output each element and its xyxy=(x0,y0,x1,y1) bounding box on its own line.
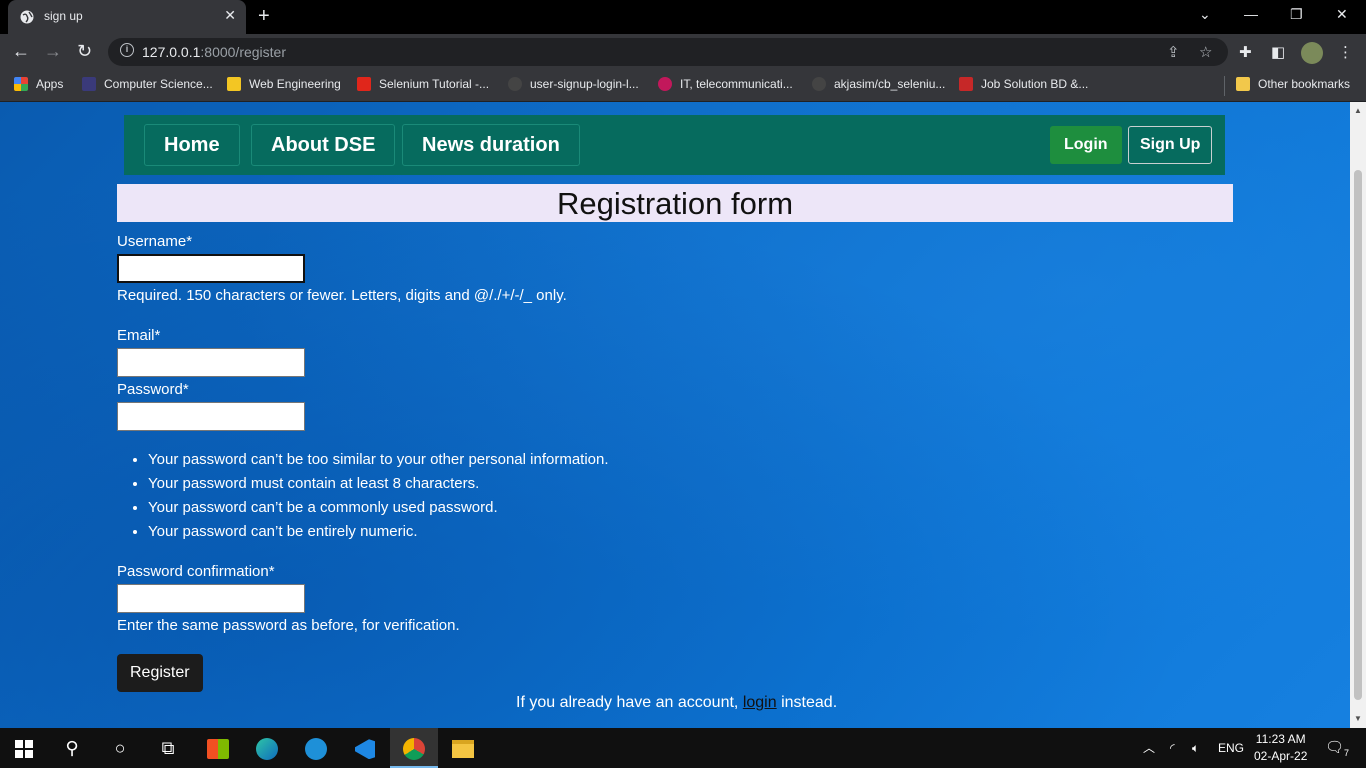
windows-start-icon[interactable] xyxy=(0,728,48,768)
restore-button[interactable]: ❐ xyxy=(1290,6,1303,23)
language-indicator[interactable]: ENG xyxy=(1218,728,1244,768)
login-link[interactable]: login xyxy=(743,694,777,711)
bookmark-selenium-tutorial[interactable]: Selenium Tutorial -... xyxy=(357,77,489,91)
email-label: Email* xyxy=(117,327,161,344)
page-scrollbar[interactable]: ▲ ▼ xyxy=(1350,102,1366,728)
scroll-down-icon[interactable]: ▼ xyxy=(1354,714,1362,723)
task-view-icon[interactable]: ⧉ xyxy=(144,728,192,768)
bookmark-akjasim[interactable]: akjasim/cb_seleniu... xyxy=(812,77,945,91)
globe-icon xyxy=(20,10,34,24)
new-tab-button[interactable]: + xyxy=(258,5,270,28)
clock[interactable]: 11:23 AM 02-Apr-22 xyxy=(1254,731,1307,765)
username-label: Username* xyxy=(117,233,193,250)
app-icon[interactable] xyxy=(292,728,340,768)
password-confirmation-help: Enter the same password as before, for v… xyxy=(117,617,460,634)
list-item: Your password can’t be a commonly used p… xyxy=(148,496,609,520)
bookmark-apps[interactable]: Apps xyxy=(14,77,63,91)
profile-avatar[interactable] xyxy=(1301,42,1323,64)
url-text: 127.0.0.1:8000/register xyxy=(142,44,286,60)
password-confirmation-input[interactable] xyxy=(117,584,305,613)
volume-icon[interactable]: 🔈︎ xyxy=(1192,728,1199,768)
close-tab-icon[interactable]: ✕ xyxy=(224,7,236,24)
register-button[interactable]: Register xyxy=(117,654,203,692)
folder-icon xyxy=(1236,77,1250,91)
nav-about-dse[interactable]: About DSE xyxy=(251,124,396,166)
site-icon xyxy=(227,77,241,91)
date-text: 02-Apr-22 xyxy=(1254,749,1308,763)
share-icon[interactable]: ⇪ xyxy=(1167,43,1180,61)
tab-title: sign up xyxy=(44,9,83,23)
network-icon[interactable]: ◜ xyxy=(1170,728,1175,768)
back-icon[interactable]: ← xyxy=(12,41,30,62)
site-icon xyxy=(357,77,371,91)
list-item: Your password can’t be too similar to yo… xyxy=(148,448,609,472)
search-icon[interactable]: ⚲ xyxy=(48,728,96,768)
bookmarks-bar: Apps Computer Science... Web Engineering… xyxy=(0,70,1366,102)
bookmark-web-engineering[interactable]: Web Engineering xyxy=(227,77,341,91)
site-icon xyxy=(959,77,973,91)
edge-icon[interactable] xyxy=(243,728,291,768)
time-text: 11:23 AM xyxy=(1255,732,1306,746)
apps-grid-icon xyxy=(14,77,28,91)
password-rules-list: Your password can’t be too similar to yo… xyxy=(117,448,609,544)
file-explorer-icon[interactable] xyxy=(439,728,487,768)
signup-button[interactable]: Sign Up xyxy=(1128,126,1213,164)
page-title: Registration form xyxy=(117,184,1233,222)
bookmark-star-icon[interactable]: ☆ xyxy=(1199,43,1212,61)
username-help: Required. 150 characters or fewer. Lette… xyxy=(117,287,567,304)
tab-search-icon[interactable]: ⌄ xyxy=(1199,6,1211,23)
site-info-icon[interactable]: i xyxy=(120,43,134,57)
list-item: Your password must contain at least 8 ch… xyxy=(148,472,609,496)
menu-icon[interactable]: ⋮ xyxy=(1338,43,1353,61)
password-label: Password* xyxy=(117,381,189,398)
reload-icon[interactable]: ↻ xyxy=(77,41,92,62)
bookmark-job-solution[interactable]: Job Solution BD &... xyxy=(959,77,1088,91)
tab-sign-up[interactable]: sign up ✕ xyxy=(8,0,246,34)
store-icon[interactable] xyxy=(194,728,242,768)
site-icon xyxy=(658,77,672,91)
tab-strip: sign up ✕ + ⌄ — ❐ ✕ xyxy=(0,0,1366,34)
github-icon xyxy=(812,77,826,91)
login-button[interactable]: Login xyxy=(1050,126,1122,164)
close-window-button[interactable]: ✕ xyxy=(1336,6,1348,23)
password-input[interactable] xyxy=(117,402,305,431)
email-input[interactable] xyxy=(117,348,305,377)
login-prompt: If you already have an account, login in… xyxy=(516,694,838,711)
notification-count: 7 xyxy=(1344,748,1350,758)
bookmark-separator xyxy=(1224,76,1225,96)
notification-icon[interactable]: 🗨︎7 xyxy=(1325,728,1349,768)
site-navbar: Home About DSE News duration Login Sign … xyxy=(124,115,1225,175)
chrome-icon[interactable] xyxy=(390,728,438,768)
scrollbar-thumb[interactable] xyxy=(1354,170,1362,700)
minimize-button[interactable]: — xyxy=(1244,6,1258,22)
page-viewport: Home About DSE News duration Login Sign … xyxy=(0,102,1350,728)
nav-news-duration[interactable]: News duration xyxy=(402,124,580,166)
username-input[interactable] xyxy=(117,254,305,283)
scroll-up-icon[interactable]: ▲ xyxy=(1354,106,1362,115)
chevron-up-icon[interactable]: ︿ xyxy=(1143,728,1155,768)
bookmark-computer-science[interactable]: Computer Science... xyxy=(82,77,213,91)
address-bar[interactable]: i 127.0.0.1:8000/register ⇪ ☆ xyxy=(108,38,1228,66)
password-confirmation-label: Password confirmation* xyxy=(117,563,275,580)
list-item: Your password can’t be entirely numeric. xyxy=(148,520,609,544)
other-bookmarks[interactable]: Other bookmarks xyxy=(1236,77,1350,91)
windows-taskbar: ⚲ ○ ⧉ ︿ ◜ 🔈︎ ENG 11:23 AM 02-Apr-22 🗨︎7 xyxy=(0,728,1366,768)
forward-icon[interactable]: → xyxy=(44,41,62,62)
side-panel-icon[interactable]: ◧ xyxy=(1271,43,1285,61)
cortana-icon[interactable]: ○ xyxy=(96,728,144,768)
vscode-icon[interactable] xyxy=(341,728,389,768)
github-icon xyxy=(508,77,522,91)
site-icon xyxy=(82,77,96,91)
bookmark-it-telecom[interactable]: IT, telecommunicati... xyxy=(658,77,793,91)
extensions-icon[interactable]: ✚ xyxy=(1239,43,1252,61)
browser-toolbar: ← → ↻ i 127.0.0.1:8000/register ⇪ ☆ ✚ ◧ … xyxy=(0,34,1366,70)
bookmark-user-signup[interactable]: user-signup-login-l... xyxy=(508,77,639,91)
nav-home[interactable]: Home xyxy=(144,124,240,166)
